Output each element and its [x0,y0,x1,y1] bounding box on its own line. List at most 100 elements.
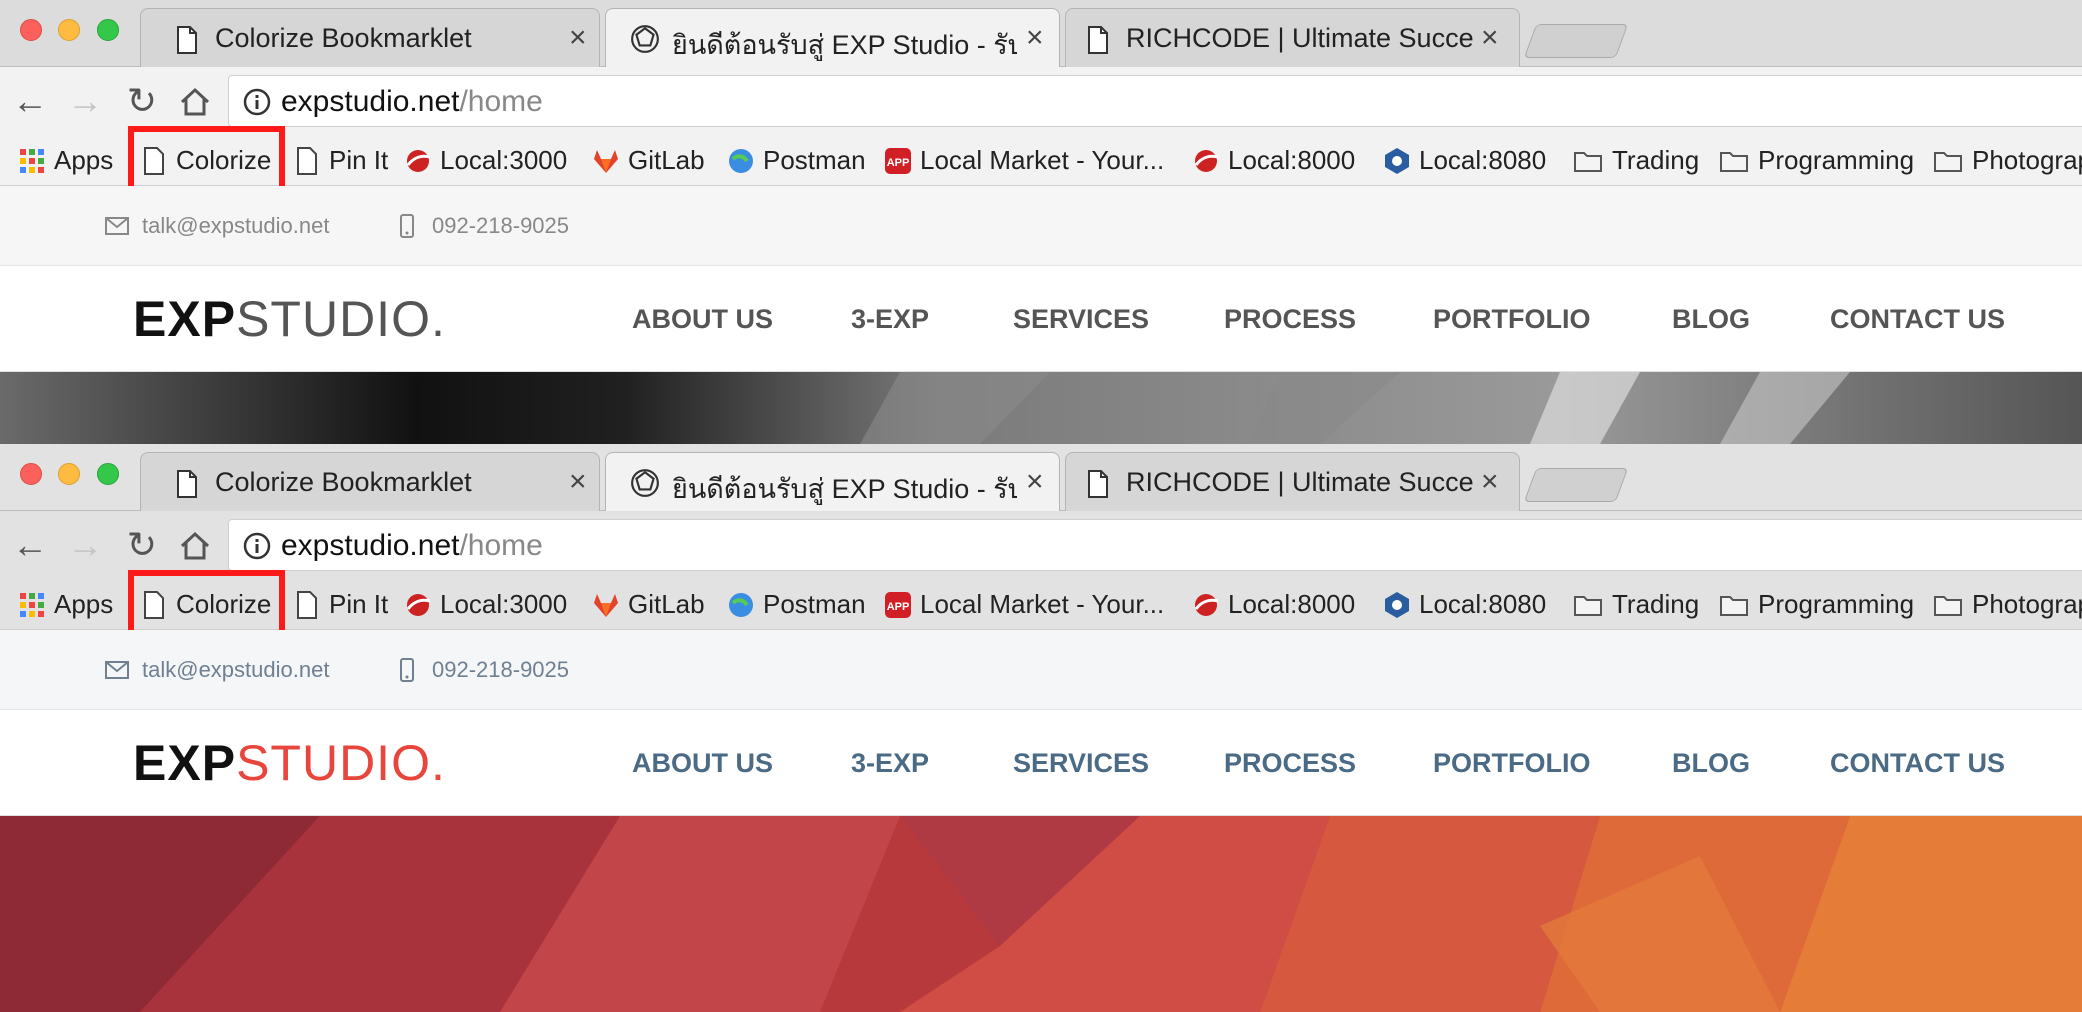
nav-about-us[interactable]: ABOUT US [632,304,773,335]
page-icon [177,26,197,54]
address-bar[interactable]: expstudio.net/home [228,75,2082,127]
rails-icon [406,149,431,172]
bookmark-folder-programming[interactable]: Programming [1718,579,1914,630]
nav-process[interactable]: PROCESS [1224,304,1356,335]
nav-3-exp[interactable]: 3-EXP [851,304,929,335]
exp-studio-logo[interactable]: EXPSTUDIO. [133,290,446,348]
tab-close-icon[interactable]: × [569,21,587,55]
browser-toolbar: ← → ↻ expstudio.net/home [0,67,2082,135]
bookmark-label: Programming [1758,145,1915,175]
nav-services[interactable]: SERVICES [1013,304,1149,335]
nav-3-exp[interactable]: 3-EXP [851,748,929,779]
address-bar[interactable]: expstudio.net/home [228,519,2082,571]
bookmark-local-3000[interactable]: Local:3000 [404,579,567,630]
tab-colorize-bookmarklet[interactable]: Colorize Bookmarklet × [140,452,600,511]
tab-richcode[interactable]: RICHCODE | Ultimate Success × [1065,452,1520,511]
bookmark-label: Local:8000 [1228,589,1356,619]
gitlab-icon [594,593,618,617]
bookmark-label: Trading [1612,589,1700,619]
tab-richcode[interactable]: RICHCODE | Ultimate Success × [1065,8,1520,67]
bookmark-local-8080[interactable]: Local:8080 [1383,579,1546,630]
bookmark-local-8000[interactable]: Local:8000 [1192,579,1355,630]
bookmark-postman[interactable]: Postman [727,579,866,630]
contact-phone[interactable]: 092-218-9025 [394,630,569,710]
tab-exp-studio[interactable]: ยินดีต้อนรับสู่ EXP Studio - รับทำเ × [605,452,1060,511]
tab-title: Colorize Bookmarklet [215,23,472,53]
home-icon[interactable] [178,529,212,563]
bookmark-local-market[interactable]: APP Local Market - Your... [884,579,1164,630]
contact-email[interactable]: talk@expstudio.net [104,630,329,710]
minimize-window-button[interactable] [58,463,80,485]
home-icon[interactable] [178,85,212,119]
screenshot-after: Colorize Bookmarklet × ยินดีต้อนรับสู่ E… [0,444,2082,1012]
bookmark-label: Local:3000 [440,145,568,175]
minimize-window-button[interactable] [58,19,80,41]
nav-portfolio[interactable]: PORTFOLIO [1433,748,1591,779]
bookmark-label: Postman [763,589,866,619]
info-icon[interactable] [243,88,271,116]
bookmark-gitlab[interactable]: GitLab [592,135,705,186]
folder-icon [1720,151,1748,172]
zoom-window-button[interactable] [97,463,119,485]
bookmark-local-3000[interactable]: Local:3000 [404,135,567,186]
tab-close-icon[interactable]: × [569,465,587,499]
tab-strip: Colorize Bookmarklet × ยินดีต้อนรับสู่ E… [0,444,2082,511]
reload-icon[interactable]: ↻ [122,81,162,121]
hexagon-icon [1385,591,1409,618]
tab-title: Colorize Bookmarklet [215,467,472,497]
tab-close-icon[interactable]: × [1026,21,1044,55]
colorize-highlight-box [128,126,285,194]
new-tab-button[interactable] [1523,468,1629,502]
forward-arrow-icon[interactable]: → [65,525,105,565]
close-window-button[interactable] [20,19,42,41]
exp-studio-favicon-icon [631,469,659,497]
nav-process[interactable]: PROCESS [1224,748,1356,779]
back-arrow-icon[interactable]: ← [10,81,50,121]
bookmark-apps[interactable]: Apps [18,135,113,186]
bookmark-local-8080[interactable]: Local:8080 [1383,135,1546,186]
zoom-window-button[interactable] [97,19,119,41]
exp-studio-logo[interactable]: EXPSTUDIO. [133,734,446,792]
bookmark-pin-it[interactable]: Pin It [293,135,388,186]
bookmark-gitlab[interactable]: GitLab [592,579,705,630]
nav-portfolio[interactable]: PORTFOLIO [1433,304,1591,335]
bookmark-folder-photography[interactable]: Photograp [1932,135,2082,186]
tab-close-icon[interactable]: × [1481,465,1499,499]
tab-close-icon[interactable]: × [1026,465,1044,499]
page-icon [1088,470,1108,498]
bookmark-label: Photograp [1972,589,2082,619]
info-icon[interactable] [243,532,271,560]
tab-close-icon[interactable]: × [1481,21,1499,55]
bookmark-folder-trading[interactable]: Trading [1572,579,1699,630]
tab-colorize-bookmarklet[interactable]: Colorize Bookmarklet × [140,8,600,67]
bookmark-folder-photography[interactable]: Photograp [1932,579,2082,630]
bookmark-label: Trading [1612,145,1700,175]
nav-contact-us[interactable]: CONTACT US [1830,748,2005,779]
hexagon-icon [1385,147,1409,174]
contact-email[interactable]: talk@expstudio.net [104,186,329,266]
bookmark-label: Apps [54,145,114,175]
reload-icon[interactable]: ↻ [122,525,162,565]
nav-services[interactable]: SERVICES [1013,748,1149,779]
bookmark-folder-trading[interactable]: Trading [1572,135,1699,186]
tab-exp-studio[interactable]: ยินดีต้อนรับสู่ EXP Studio - รับทำเ × [605,8,1060,67]
nav-blog[interactable]: BLOG [1672,304,1750,335]
folder-icon [1934,151,1962,172]
bookmark-postman[interactable]: Postman [727,135,866,186]
back-arrow-icon[interactable]: ← [10,525,50,565]
phone-icon [400,658,414,682]
nav-blog[interactable]: BLOG [1672,748,1750,779]
contact-phone[interactable]: 092-218-9025 [394,186,569,266]
nav-contact-us[interactable]: CONTACT US [1830,304,2005,335]
new-tab-button[interactable] [1523,24,1629,58]
bookmark-local-market[interactable]: APP Local Market - Your... [884,135,1164,186]
close-window-button[interactable] [20,463,42,485]
bookmark-label: Programming [1758,589,1915,619]
bookmark-pin-it[interactable]: Pin It [293,579,388,630]
bookmark-apps[interactable]: Apps [18,579,113,630]
bookmark-local-8000[interactable]: Local:8000 [1192,135,1355,186]
tab-title: ยินดีต้อนรับสู่ EXP Studio - รับทำเ [672,474,1017,504]
forward-arrow-icon[interactable]: → [65,81,105,121]
bookmark-folder-programming[interactable]: Programming [1718,135,1914,186]
nav-about-us[interactable]: ABOUT US [632,748,773,779]
